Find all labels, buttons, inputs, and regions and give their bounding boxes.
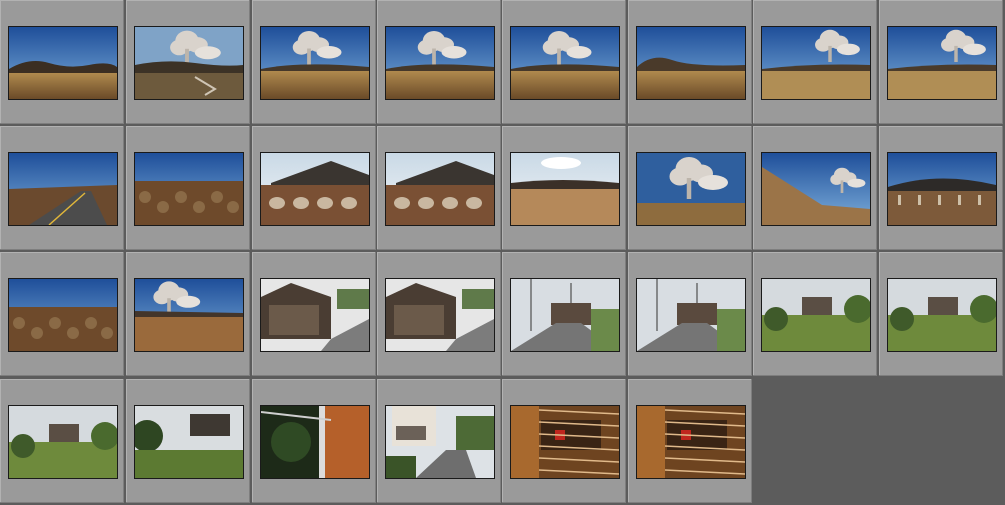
thumbnail-cell[interactable] <box>628 126 752 250</box>
thumbnail-cell[interactable] <box>628 379 752 503</box>
photo-thumbnail[interactable] <box>636 405 746 479</box>
thumbnail-cell[interactable] <box>879 252 1003 376</box>
photo-thumbnail[interactable] <box>8 405 118 479</box>
photo-thumbnail[interactable] <box>510 26 620 100</box>
photo-thumbnail[interactable] <box>260 152 370 226</box>
thumbnail-cell[interactable] <box>0 0 124 124</box>
photo-thumbnail[interactable] <box>636 152 746 226</box>
thumbnail-cell[interactable] <box>502 0 626 124</box>
photo-thumbnail[interactable] <box>761 278 871 352</box>
photo-thumbnail[interactable] <box>510 152 620 226</box>
thumbnail-cell[interactable] <box>753 252 877 376</box>
thumbnail-cell[interactable] <box>628 0 752 124</box>
thumbnail-cell[interactable] <box>377 252 501 376</box>
thumbnail-cell[interactable] <box>753 126 877 250</box>
thumbnail-cell[interactable] <box>502 252 626 376</box>
photo-thumbnail[interactable] <box>260 26 370 100</box>
photo-thumbnail[interactable] <box>260 405 370 479</box>
photo-thumbnail[interactable] <box>887 152 997 226</box>
thumbnail-cell[interactable] <box>377 379 501 503</box>
thumbnail-cell[interactable] <box>126 126 250 250</box>
thumbnail-cell[interactable] <box>377 0 501 124</box>
thumbnail-cell[interactable] <box>252 252 376 376</box>
thumbnail-cell[interactable] <box>126 379 250 503</box>
photo-thumbnail[interactable] <box>761 26 871 100</box>
thumbnail-cell[interactable] <box>126 252 250 376</box>
thumbnail-cell[interactable] <box>502 379 626 503</box>
photo-thumbnail[interactable] <box>8 152 118 226</box>
photo-thumbnail[interactable] <box>761 152 871 226</box>
thumbnail-cell[interactable] <box>252 126 376 250</box>
thumbnail-cell[interactable] <box>377 126 501 250</box>
photo-thumbnail[interactable] <box>510 405 620 479</box>
photo-thumbnail[interactable] <box>385 405 495 479</box>
thumbnail-cell[interactable] <box>879 126 1003 250</box>
thumbnail-cell[interactable] <box>628 252 752 376</box>
photo-thumbnail[interactable] <box>636 278 746 352</box>
thumbnail-cell[interactable] <box>252 379 376 503</box>
photo-thumbnail[interactable] <box>385 152 495 226</box>
thumbnail-cell[interactable] <box>0 126 124 250</box>
thumbnail-cell[interactable] <box>879 0 1003 124</box>
thumbnail-cell[interactable] <box>0 379 124 503</box>
photo-thumbnail[interactable] <box>887 26 997 100</box>
photo-thumbnail[interactable] <box>8 26 118 100</box>
photo-thumbnail[interactable] <box>385 26 495 100</box>
photo-thumbnail[interactable] <box>636 26 746 100</box>
thumbnail-cell[interactable] <box>753 0 877 124</box>
thumbnail-cell[interactable] <box>0 252 124 376</box>
photo-thumbnail[interactable] <box>260 278 370 352</box>
photo-thumbnail[interactable] <box>385 278 495 352</box>
thumbnail-cell[interactable] <box>502 126 626 250</box>
photo-thumbnail[interactable] <box>8 278 118 352</box>
photo-thumbnail[interactable] <box>887 278 997 352</box>
thumbnail-cell[interactable] <box>252 0 376 124</box>
photo-thumbnail[interactable] <box>134 26 244 100</box>
photo-thumbnail[interactable] <box>134 278 244 352</box>
photo-thumbnail[interactable] <box>134 405 244 479</box>
thumbnail-cell[interactable] <box>126 0 250 124</box>
empty-grid-area <box>753 379 1005 505</box>
photo-thumbnail[interactable] <box>134 152 244 226</box>
photo-thumbnail[interactable] <box>510 278 620 352</box>
